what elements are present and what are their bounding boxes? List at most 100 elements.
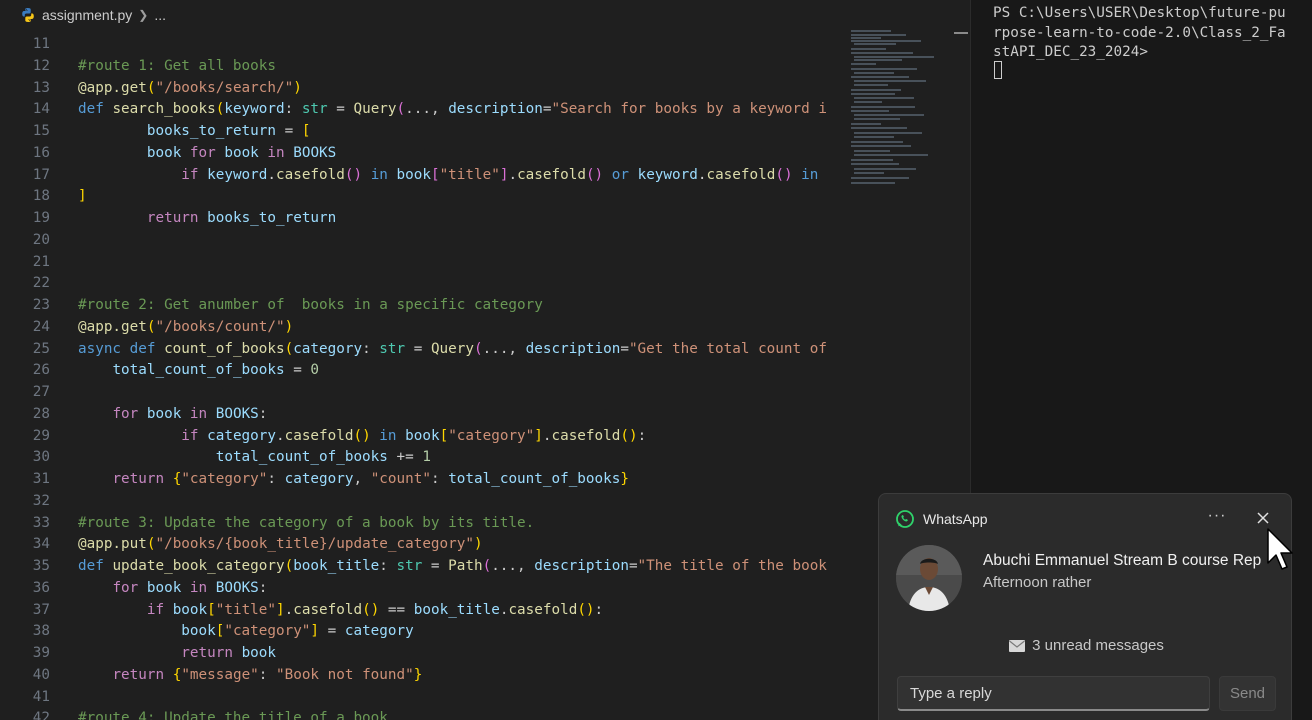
code-line[interactable]: 35 def update_book_category(book_title: s… [0,556,845,578]
code-token: : [284,101,302,118]
reply-input[interactable] [897,676,1210,711]
line-number: 31 [32,471,50,487]
code-token: : [258,579,268,596]
code-line[interactable]: 23 #route 2: Get anumber of books in a sp… [0,295,845,317]
scrollbar-thumb[interactable] [954,32,968,34]
code-line[interactable]: 14 def search_books(keyword: str = Query(… [0,99,845,121]
code-line[interactable]: 33 #route 3: Update the category of a boo… [0,513,845,535]
code-line[interactable]: 32 [0,491,845,513]
code-line[interactable]: 21 [0,252,845,274]
send-button[interactable]: Send [1219,676,1276,711]
code-line[interactable]: 36 for book in BOOKS: [0,578,845,600]
line-number: 27 [32,384,50,400]
code-token: = [405,340,431,357]
code-line[interactable]: 22 [0,273,845,295]
code-line[interactable]: 40 return {"message": "Book not found"} [0,665,845,687]
minimap-line [854,172,884,174]
code-line[interactable]: 17 if keyword.casefold() in book["title"… [0,165,845,187]
code-token: book [146,405,182,422]
code-token: ( [474,340,483,357]
code-text: books_to_return = [ [50,121,311,143]
code-line[interactable]: 15 books_to_return = [ [0,121,845,143]
line-number: 21 [32,253,50,270]
notification-header: WhatsApp [895,509,988,529]
code-token: keyword [224,101,285,118]
code-text: for book in BOOKS: [50,404,267,426]
code-line[interactable]: 19 return books_to_return [0,208,845,230]
code-token: in [370,427,406,444]
code-line[interactable]: 20 [0,230,845,252]
code-token: } [413,666,423,683]
code-token: str [301,101,328,118]
line-number: 39 [32,645,50,661]
more-options-button[interactable]: ··· [1205,506,1229,530]
code-editor[interactable]: assignment.py ❯ ... 11 12 #route 1: Get al… [0,0,970,720]
code-token: book [181,623,216,640]
line-number: 32 [32,492,50,509]
unread-messages[interactable]: 3 unread messages [879,637,1293,654]
code-line[interactable]: 31 return {"category": category, "count"… [0,469,845,491]
unread-count-label: 3 unread messages [1032,637,1164,654]
code-token: casefold [284,427,354,444]
code-text: if keyword.casefold() in book["title"].c… [50,165,818,187]
code-token: casefold [706,166,776,183]
code-line[interactable]: 11 [0,34,845,56]
code-text: def update_book_category(book_title: str… [50,556,827,578]
code-token: ] [310,623,320,640]
code-token: for [112,405,147,422]
code-token: "Search for books by a keyword i [551,101,827,118]
code-token: def [78,101,113,118]
code-line[interactable]: 13 @app.get("/books/search/") [0,78,845,100]
code-line[interactable]: 38 book["category"] = category [0,621,845,643]
breadcrumb-file[interactable]: assignment.py [42,7,132,23]
breadcrumb-more[interactable]: ... [154,7,166,23]
code-line[interactable]: 30 total_count_of_books += 1 [0,447,845,469]
minimap-line [851,145,911,147]
minimap-line [851,141,903,143]
code-token: description [525,340,621,357]
code-token: "category" [448,427,535,444]
code-line[interactable]: 39 return book [0,643,845,665]
line-number: 15 [32,123,50,139]
code-area[interactable]: 11 12 #route 1: Get all books 13 @app.get("/… [0,34,845,720]
code-token: , [353,471,371,487]
code-line[interactable]: 27 [0,382,845,404]
code-token: Query [430,340,474,357]
code-text: return books_to_return [50,208,336,230]
code-line[interactable]: 41 [0,687,845,709]
code-token: : [258,666,276,683]
code-line[interactable]: 18] [0,186,845,208]
minimap-line [851,182,895,184]
code-token: return [146,210,208,226]
code-line[interactable]: 24 @app.get("/books/count/") [0,317,845,339]
code-token: return [112,471,173,487]
code-line[interactable]: 37 if book["title"].casefold() == book_t… [0,600,845,622]
code-line[interactable]: 28 for book in BOOKS: [0,404,845,426]
code-line[interactable]: 34 @app.put("/books/{book_title}/update_c… [0,534,845,556]
line-number: 17 [32,166,50,183]
code-token: : [362,340,380,357]
line-number: 29 [32,427,50,444]
code-text: @app.put("/books/{book_title}/update_cat… [50,534,483,556]
code-token: = [620,340,629,357]
notification-message: Afternoon rather [983,574,1092,591]
code-line[interactable]: 25 async def count_of_books(category: str… [0,339,845,361]
code-text: return {"category": category, "count": t… [50,469,629,491]
code-line[interactable]: 12 #route 1: Get all books [0,56,845,78]
whatsapp-notification[interactable]: WhatsApp ··· Abuchi Emmanuel Stream B co… [878,493,1292,720]
code-line[interactable]: 26 total_count_of_books = 0 [0,360,845,382]
avatar [896,545,962,611]
code-line[interactable]: 16 book for book in BOOKS [0,143,845,165]
minimap-line [851,163,899,165]
code-token: BOOKS [215,579,259,596]
code-line[interactable]: 42 #route 4: Update the title of a book [0,708,845,720]
notification-app-name: WhatsApp [923,511,988,527]
code-line[interactable]: 29 if category.casefold() in book["categ… [0,426,845,448]
code-token: = [327,101,354,118]
code-token: [ [301,123,311,139]
code-token: for [112,579,147,596]
